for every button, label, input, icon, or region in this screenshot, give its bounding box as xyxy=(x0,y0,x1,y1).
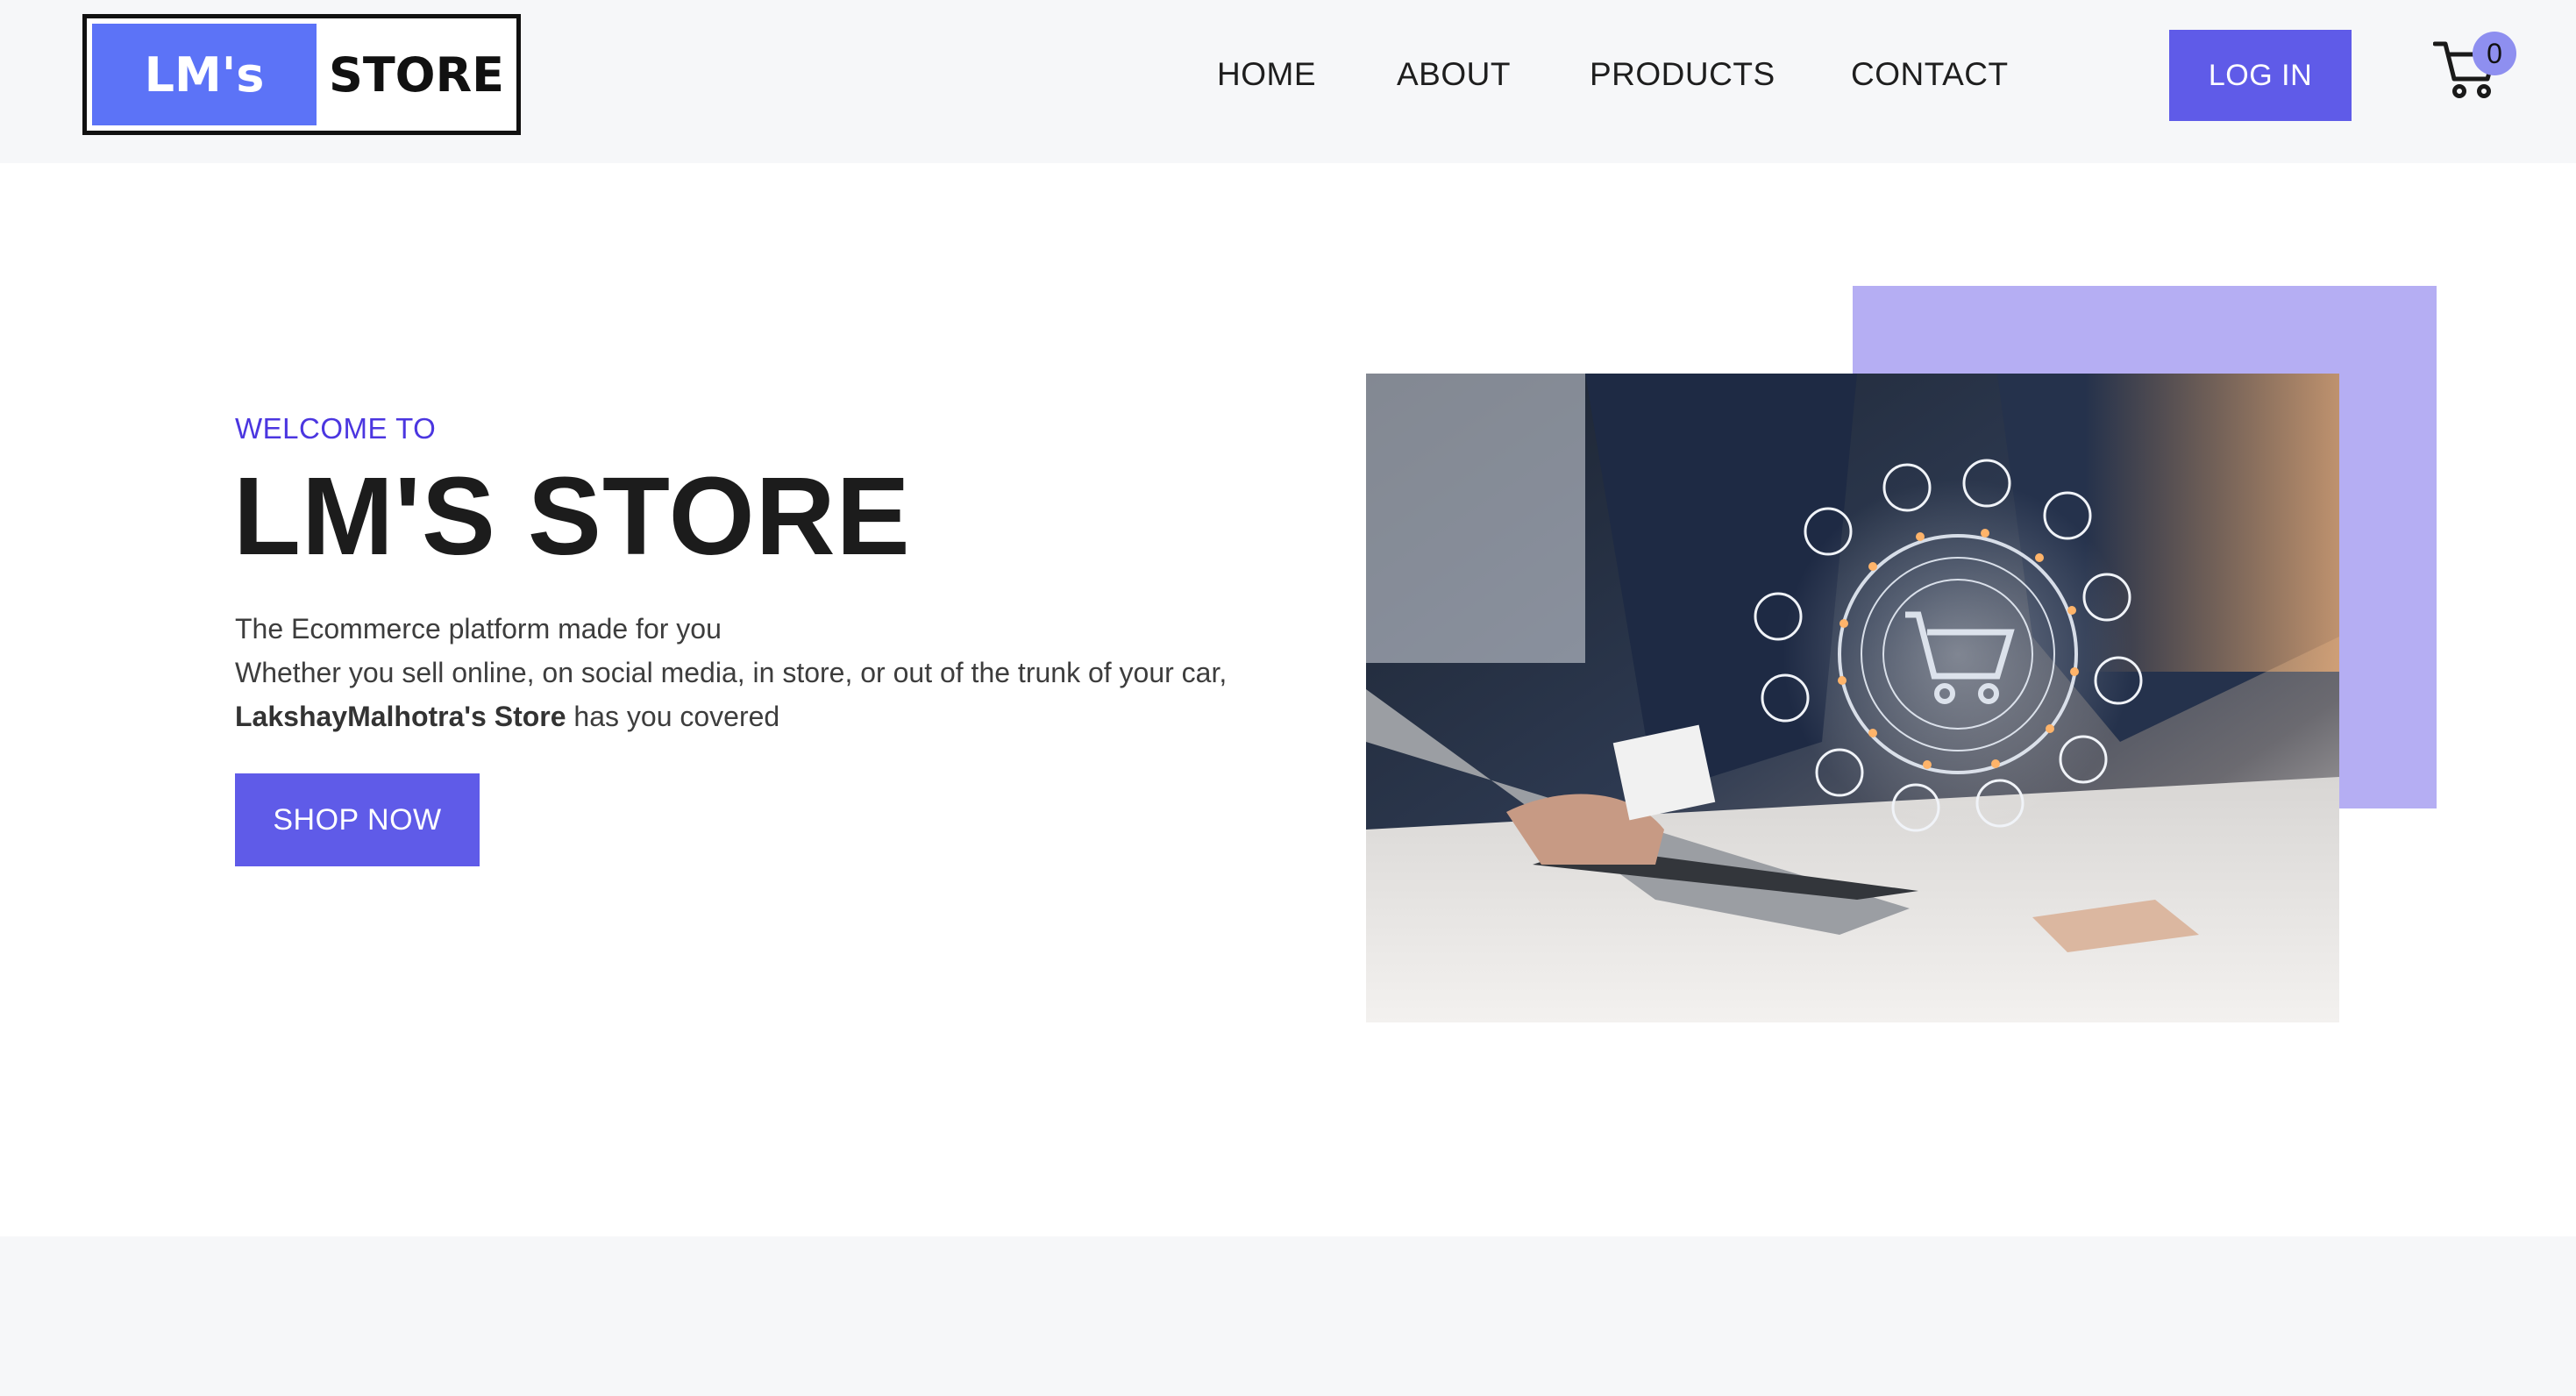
logo-wordmark: STORE xyxy=(317,18,516,131)
store-name-highlight: LakshayMalhotra's Store xyxy=(235,701,566,732)
site-header: LM's STORE HOME ABOUT PRODUCTS CONTACT L… xyxy=(0,0,2576,163)
ecommerce-photo xyxy=(1366,374,2339,1022)
nav-products[interactable]: PRODUCTS xyxy=(1590,56,1775,93)
login-button[interactable]: LOG IN xyxy=(2169,30,2352,121)
shop-now-button[interactable]: SHOP NOW xyxy=(235,773,480,866)
nav-about[interactable]: ABOUT xyxy=(1397,56,1511,93)
hero-description: The Ecommerce platform made for you Whet… xyxy=(235,607,1235,738)
hero-tagline: The Ecommerce platform made for you xyxy=(235,613,722,645)
logo-text-right: STORE xyxy=(328,46,505,103)
hero-subtext-start: Whether you sell online, on social media… xyxy=(235,657,1228,688)
store-logo[interactable]: LM's STORE xyxy=(82,14,521,135)
hero-title: LM'S STORE xyxy=(233,454,911,578)
hero-subtext-end: has you covered xyxy=(566,701,780,732)
hero-eyebrow: WELCOME TO xyxy=(235,412,437,445)
cart-count-badge: 0 xyxy=(2473,32,2516,75)
hero-subtext: Whether you sell online, on social media… xyxy=(235,651,1235,738)
nav-home[interactable]: HOME xyxy=(1217,56,1316,93)
logo-text-left: LM's xyxy=(144,46,265,103)
footer-band xyxy=(0,1236,2576,1396)
logo-mark: LM's xyxy=(92,24,317,125)
nav-contact[interactable]: CONTACT xyxy=(1851,56,2009,93)
